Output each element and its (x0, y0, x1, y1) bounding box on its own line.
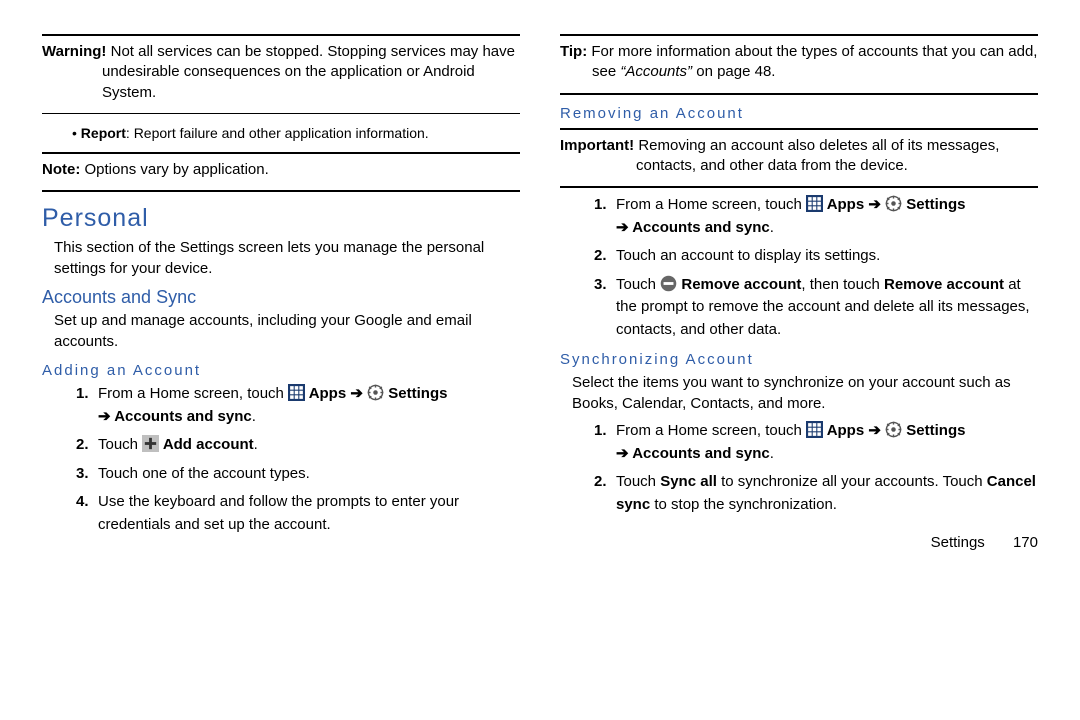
apps-icon (806, 421, 823, 438)
heading-removing-account: Removing an Account (560, 105, 1038, 122)
sync-step-1: From a Home screen, touch Apps ➔ Setting… (594, 420, 1038, 465)
report-label: Report (81, 125, 126, 141)
warning-callout: Warning! Not all services can be stopped… (42, 42, 520, 103)
warning-label: Warning! (42, 43, 106, 60)
report-text: : Report failure and other application i… (126, 125, 429, 141)
sync-steps: From a Home screen, touch Apps ➔ Setting… (560, 420, 1038, 516)
heading-adding-account: Adding an Account (42, 362, 520, 379)
gear-icon (367, 384, 384, 401)
important-label: Important! (560, 137, 634, 154)
report-bullet: Report: Report failure and other applica… (72, 124, 520, 142)
adding-step-1: From a Home screen, touch Apps ➔ Setting… (76, 383, 520, 428)
removing-step-1: From a Home screen, touch Apps ➔ Setting… (594, 194, 1038, 239)
left-column: Warning! Not all services can be stopped… (42, 28, 520, 551)
footer-page-number: 170 (1013, 534, 1038, 551)
tip-callout: Tip: For more information about the type… (560, 42, 1038, 83)
apps-icon (806, 195, 823, 212)
heading-synchronizing: Synchronizing Account (560, 351, 1038, 368)
gear-icon (885, 195, 902, 212)
gear-icon (885, 421, 902, 438)
adding-step-3: Touch one of the account types. (76, 463, 520, 486)
plus-icon (142, 435, 159, 452)
right-column: Tip: For more information about the type… (560, 28, 1038, 551)
tip-label: Tip: (560, 43, 587, 60)
accounts-intro: Set up and manage accounts, including yo… (54, 310, 520, 352)
minus-icon (660, 275, 677, 292)
note-callout: Note: Options vary by application. (42, 160, 520, 180)
removing-step-2: Touch an account to display its settings… (594, 245, 1038, 268)
note-label: Note: (42, 161, 80, 178)
sync-intro: Select the items you want to synchronize… (572, 372, 1038, 414)
heading-accounts-sync: Accounts and Sync (42, 287, 520, 308)
adding-steps: From a Home screen, touch Apps ➔ Setting… (42, 383, 520, 536)
warning-text: Not all services can be stopped. Stoppin… (102, 43, 515, 101)
footer-section: Settings (931, 534, 985, 551)
adding-step-2: Touch Add account. (76, 434, 520, 457)
important-callout: Important! Removing an account also dele… (560, 136, 1038, 177)
apps-icon (288, 384, 305, 401)
note-text: Options vary by application. (80, 161, 268, 178)
page-footer: Settings 170 (560, 534, 1038, 551)
page-columns: Warning! Not all services can be stopped… (42, 28, 1038, 551)
adding-step-4: Use the keyboard and follow the prompts … (76, 491, 520, 536)
sync-step-2: Touch Sync all to synchronize all your a… (594, 471, 1038, 516)
removing-step-3: Touch Remove account, then touch Remove … (594, 274, 1038, 342)
personal-intro: This section of the Settings screen lets… (54, 237, 520, 279)
heading-personal: Personal (42, 204, 520, 233)
removing-steps: From a Home screen, touch Apps ➔ Setting… (560, 194, 1038, 341)
